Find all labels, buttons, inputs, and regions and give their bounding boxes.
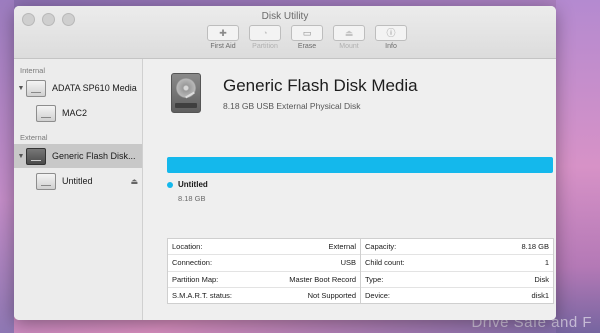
sidebar-section-external: External	[20, 133, 48, 142]
partition-icon: ◔	[262, 27, 268, 38]
desktop-wallpaper-right	[556, 0, 600, 333]
sidebar-item-label: ADATA SP610 Media	[52, 83, 137, 93]
info-label: Info	[385, 43, 397, 50]
first-aid-button[interactable]: ✚ First Aid	[204, 25, 242, 50]
info-label: Partition Map:	[172, 274, 219, 284]
mount-icon: ⏏	[344, 27, 354, 38]
partition-legend: Untitled 8.18 GB	[167, 180, 208, 203]
sidebar-item-adata-disk[interactable]: ▼ ADATA SP610 Media	[14, 76, 142, 100]
partition-usage-bar	[167, 157, 553, 173]
info-label: Location:	[172, 242, 203, 252]
info-value: External	[328, 242, 356, 252]
info-label: S.M.A.R.T. status:	[172, 290, 233, 300]
info-row-connection: Connection: USB	[168, 255, 360, 272]
detail-pane: Generic Flash Disk Media 8.18 GB USB Ext…	[143, 59, 556, 320]
info-row-partition-map: Partition Map: Master Boot Record	[168, 272, 360, 288]
info-button[interactable]: ⓘ Info	[372, 25, 410, 50]
info-row-child-count: Child count: 1	[361, 255, 553, 272]
sidebar-item-mac2-volume[interactable]: MAC2	[14, 102, 142, 124]
erase-label: Erase	[297, 43, 317, 50]
info-label: Connection:	[172, 258, 213, 268]
volume-icon	[36, 172, 56, 190]
info-row-device: Device: disk1	[361, 288, 553, 303]
toolbar: ✚ First Aid ◔ Partition ▭ Erase ⏏ Mount …	[204, 25, 410, 50]
erase-button[interactable]: ▭ Erase	[288, 25, 326, 50]
desktop-wallpaper-left	[0, 0, 14, 333]
eject-icon[interactable]: ⏏	[130, 177, 138, 186]
first-aid-label: First Aid	[210, 43, 236, 50]
info-row-smart-status: S.M.A.R.T. status: Not Supported	[168, 288, 360, 303]
info-value: disk1	[531, 290, 549, 300]
info-value: USB	[340, 258, 356, 268]
partition-label: Partition	[252, 43, 278, 50]
sidebar-section-internal: Internal	[20, 66, 46, 75]
info-row-location: Location: External	[168, 239, 360, 256]
info-label: Capacity:	[365, 242, 397, 252]
sidebar-item-label: MAC2	[62, 108, 88, 118]
info-label: Child count:	[365, 258, 405, 268]
stethoscope-icon: ✚	[219, 27, 227, 38]
sidebar-item-untitled-volume[interactable]: Untitled ⏏	[14, 170, 142, 192]
partition-button[interactable]: ◔ Partition	[246, 25, 284, 50]
info-label: Type:	[365, 274, 384, 284]
info-label: Device:	[365, 290, 391, 300]
mount-label: Mount	[339, 43, 359, 50]
disk-header: Generic Flash Disk Media 8.18 GB USB Ext…	[171, 73, 418, 113]
info-icon: ⓘ	[386, 27, 396, 38]
partition-size: 8.18 GB	[178, 194, 206, 203]
sidebar-item-label: Generic Flash Disk...	[52, 151, 136, 161]
window-title: Disk Utility	[261, 11, 309, 22]
info-value: Master Boot Record	[289, 274, 356, 284]
info-value: Disk	[534, 274, 549, 284]
partition-color-dot	[167, 181, 173, 188]
title-bar: Disk Utility ✚ First Aid ◔ Partition ▭ E…	[14, 6, 556, 59]
sidebar-item-label: Untitled	[62, 176, 93, 186]
sidebar: Internal ▼ ADATA SP610 Media MAC2 Extern…	[14, 59, 143, 320]
partition-name: Untitled	[178, 180, 208, 189]
disclosure-triangle-icon[interactable]: ▼	[16, 85, 26, 92]
erase-icon: ▭	[302, 27, 312, 38]
external-drive-icon	[26, 147, 46, 165]
info-value: Not Supported	[307, 290, 356, 300]
sidebar-item-generic-flash-disk[interactable]: ▼ Generic Flash Disk...	[14, 144, 142, 168]
mount-button[interactable]: ⏏ Mount	[330, 25, 368, 50]
disk-info-table: Location: External Connection: USB Parti…	[167, 238, 554, 304]
internal-drive-icon	[26, 79, 46, 97]
info-row-capacity: Capacity: 8.18 GB	[361, 239, 553, 256]
hard-disk-icon	[171, 73, 201, 113]
disk-subtitle: 8.18 GB USB External Physical Disk	[223, 100, 361, 111]
info-value: 8.18 GB	[521, 242, 549, 252]
disk-utility-window: Disk Utility ✚ First Aid ◔ Partition ▭ E…	[14, 6, 556, 320]
info-value: 1	[544, 258, 549, 268]
disclosure-triangle-icon[interactable]: ▼	[16, 153, 26, 160]
disk-title: Generic Flash Disk Media	[223, 75, 418, 95]
info-row-type: Type: Disk	[361, 272, 553, 288]
volume-icon	[36, 104, 56, 122]
